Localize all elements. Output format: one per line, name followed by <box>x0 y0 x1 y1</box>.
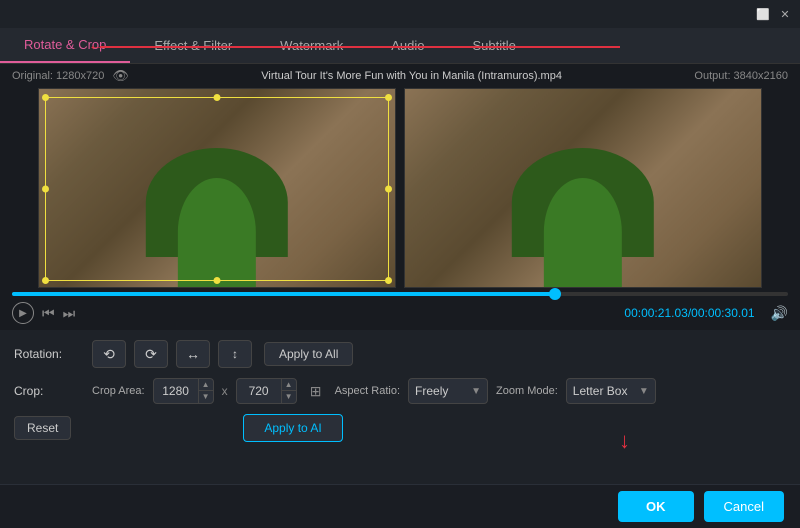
tab-audio[interactable]: Audio <box>367 28 448 63</box>
eye-icon[interactable]: 👁 <box>112 68 129 84</box>
tab-subtitle[interactable]: Subtitle <box>449 28 540 63</box>
crop-width-up[interactable]: ▲ <box>199 379 213 391</box>
crop-width-field[interactable] <box>154 384 198 398</box>
cancel-button[interactable]: Cancel <box>704 491 784 522</box>
preview-area: Original: 1280x720 👁 Virtual Tour It's M… <box>0 64 800 288</box>
x-separator: x <box>222 384 228 398</box>
controls-area: Rotation: ⟲ ⟳ ↔ ↕ Apply to All Crop: Cro… <box>0 330 800 452</box>
crop-height-input[interactable]: ▲ ▼ <box>236 378 297 404</box>
zoom-mode-label: Zoom Mode: <box>496 385 558 397</box>
step-forward-button[interactable]: ⏭ <box>63 305 76 322</box>
preview-meta: Original: 1280x720 👁 Virtual Tour It's M… <box>12 68 788 84</box>
reset-button[interactable]: Reset <box>14 416 71 440</box>
playback-bar: ▶ ⏮ ⏭ 00:00:21.03/00:00:30.01 🔊 <box>0 288 800 330</box>
rotate-right-button[interactable]: ⟳ <box>134 340 168 368</box>
output-preview <box>404 88 762 288</box>
zoom-mode-select[interactable]: Letter Box ▼ <box>566 378 656 404</box>
title-bar: ⬜ ✕ <box>0 0 800 28</box>
crop-height-up[interactable]: ▲ <box>282 379 296 391</box>
playback-controls: ▶ ⏮ ⏭ 00:00:21.03/00:00:30.01 🔊 <box>12 302 788 324</box>
time-display: 00:00:21.03/00:00:30.01 <box>624 306 754 320</box>
tabs-bar: ← Rotate & Crop Effect & Filter Watermar… <box>0 28 800 64</box>
output-image <box>405 89 761 287</box>
center-crop-icon[interactable]: ⊞ <box>305 380 327 402</box>
original-image <box>39 89 395 287</box>
rotation-row: Rotation: ⟲ ⟳ ↔ ↕ Apply to All <box>14 340 786 368</box>
crop-area-label: Crop Area: <box>92 385 145 397</box>
aspect-ratio-dropdown-icon: ▼ <box>471 386 481 397</box>
flip-horizontal-button[interactable]: ↔ <box>176 340 210 368</box>
apply-ai-area: Apply to AI <box>243 414 342 442</box>
total-time: 00:00:30.01 <box>691 306 754 320</box>
close-button[interactable]: ✕ <box>778 7 792 21</box>
preview-panels <box>12 88 788 288</box>
original-res-label: Original: 1280x720 <box>12 70 104 82</box>
step-back-button[interactable]: ⏮ <box>42 305 55 322</box>
output-res-label: Output: 3840x2160 <box>694 70 788 82</box>
rotate-left-button[interactable]: ⟲ <box>92 340 126 368</box>
tab-watermark[interactable]: Watermark <box>256 28 367 63</box>
apply-ai-button[interactable]: Apply to AI <box>243 414 342 442</box>
crop-width-down[interactable]: ▼ <box>199 391 213 403</box>
ok-button[interactable]: OK <box>618 491 694 522</box>
preview-filename: Virtual Tour It's More Fun with You in M… <box>129 70 695 82</box>
crop-controls: Crop Area: ▲ ▼ x ▲ ▼ ⊞ Aspect Ratio: Fre… <box>92 378 656 404</box>
crop-row: Crop: Crop Area: ▲ ▼ x ▲ ▼ ⊞ Aspect Rati… <box>14 378 786 404</box>
zoom-mode-dropdown-icon: ▼ <box>639 386 649 397</box>
tab-effect-filter[interactable]: Effect & Filter <box>130 28 256 63</box>
crop-width-input[interactable]: ▲ ▼ <box>153 378 214 404</box>
action-row: Reset Apply to AI <box>14 414 786 442</box>
progress-thumb[interactable] <box>549 288 561 300</box>
flip-vertical-button[interactable]: ↕ <box>218 340 252 368</box>
minimize-button[interactable]: ⬜ <box>756 7 770 21</box>
aspect-ratio-select[interactable]: Freely ▼ <box>408 378 488 404</box>
bottom-bar: OK Cancel <box>0 484 800 528</box>
original-preview <box>38 88 396 288</box>
aspect-ratio-label: Aspect Ratio: <box>335 385 400 397</box>
progress-track[interactable] <box>12 292 788 296</box>
play-button[interactable]: ▶ <box>12 302 34 324</box>
tab-rotate-crop[interactable]: Rotate & Crop <box>0 28 130 63</box>
current-time: 00:00:21.03 <box>624 306 687 320</box>
apply-all-button[interactable]: Apply to All <box>264 342 353 366</box>
crop-height-field[interactable] <box>237 384 281 398</box>
progress-fill <box>12 292 555 296</box>
volume-icon[interactable]: 🔊 <box>771 305 788 322</box>
crop-height-down[interactable]: ▼ <box>282 391 296 403</box>
rotation-label: Rotation: <box>14 347 84 361</box>
crop-label: Crop: <box>14 384 84 398</box>
